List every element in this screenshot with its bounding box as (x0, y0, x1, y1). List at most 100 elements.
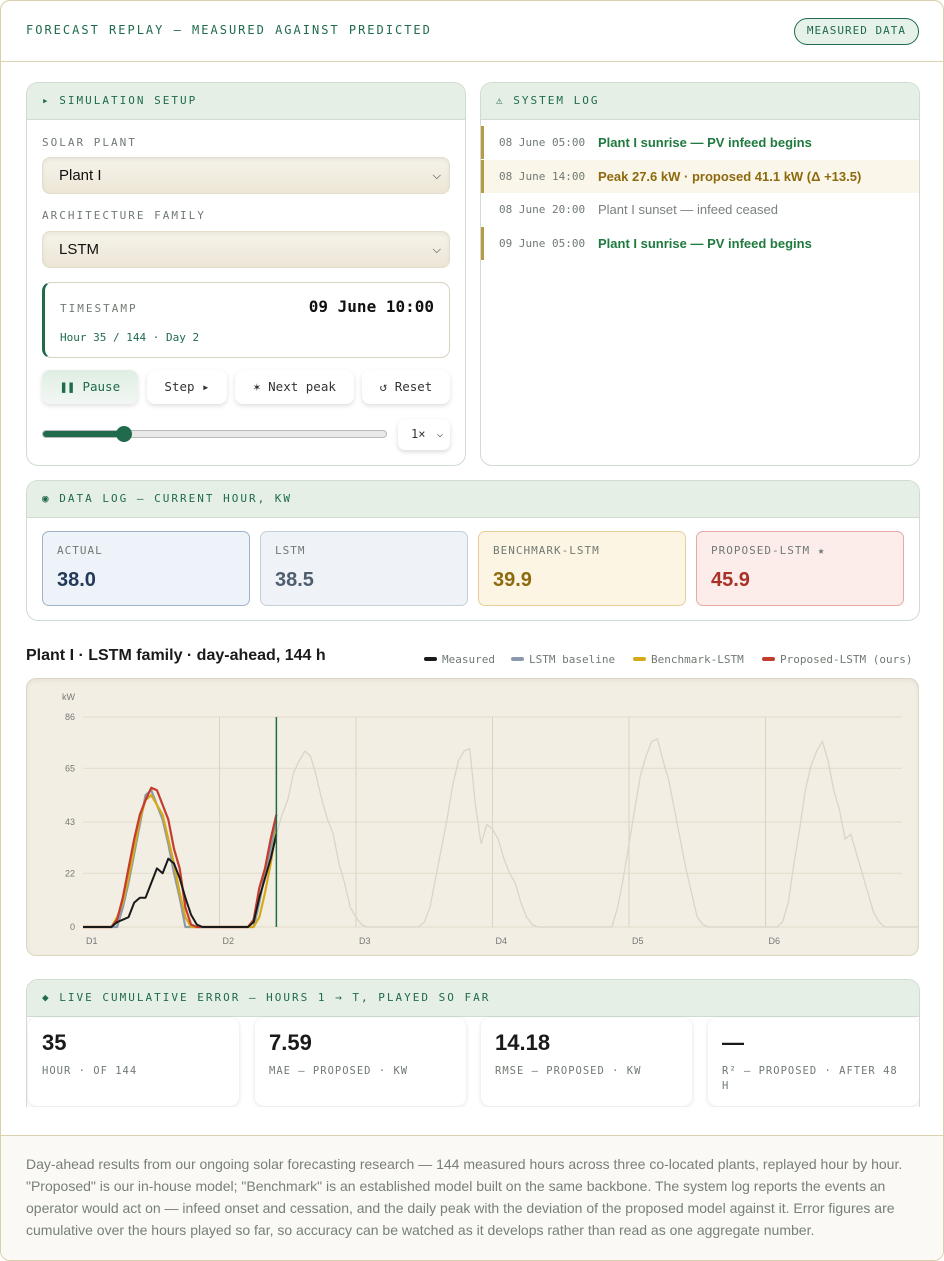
r2-stat-value: — (722, 1030, 744, 1055)
log-entry: 08 June 05:00 Plant I sunrise — PV infeed… (481, 126, 919, 159)
y-tick-label: 22 (65, 868, 75, 878)
timeline-slider[interactable] (42, 426, 387, 442)
legend-swatch (762, 657, 775, 661)
cumulative-error-heading: ◆ LIVE CUMULATIVE ERROR — HOURS 1 → T, P… (27, 980, 919, 1017)
reset-button[interactable]: ↺ Reset (362, 370, 450, 404)
x-tick-label: D3 (359, 936, 371, 946)
legend-swatch (633, 657, 646, 661)
lstm-card: LSTM 38.5 (260, 531, 468, 606)
log-entry-message: Plant I sunrise — PV infeed begins (598, 235, 812, 251)
r2-stat-label: R² — PROPOSED · AFTER 48 H (722, 1065, 898, 1092)
x-tick-label: D5 (632, 936, 644, 946)
y-tick-label: 0 (70, 922, 75, 932)
log-entry-time: 09 June 05:00 (499, 236, 586, 250)
actual-value: 38.0 (57, 569, 96, 591)
y-tick-label: 43 (65, 817, 75, 827)
solar-plant-value: Plant I (59, 167, 102, 184)
timestamp-box: TIMESTAMP 09 June 10:00 Hour 35 / 144 · … (42, 282, 450, 358)
simulation-setup-panel: ▸ SIMULATION SETUP SOLAR PLANT Plant I ⌵… (26, 82, 466, 466)
chevron-down-icon: ⌵ (432, 244, 441, 256)
measured-line (83, 833, 278, 928)
log-entry-message: Peak 27.6 kW · proposed 41.1 kW (Δ +13.5… (598, 168, 862, 184)
actual-label: ACTUAL (57, 544, 103, 557)
r2-stat: — R² — PROPOSED · AFTER 48 H (708, 1018, 919, 1106)
actual-card: ACTUAL 38.0 (42, 531, 250, 606)
y-tick-label: 86 (65, 712, 75, 722)
legend-label: Proposed-LSTM (ours) (780, 653, 913, 666)
x-tick-label: D6 (769, 936, 781, 946)
solar-plant-select[interactable]: Plant I ⌵ (42, 157, 450, 194)
data-log-heading: ◉ DATA LOG — CURRENT HOUR, KW (27, 481, 919, 518)
y-axis-label: kW (62, 692, 76, 702)
benchmark-lstm-card: BENCHMARK-LSTM 39.9 (478, 531, 686, 606)
legend-lstm-baseline: LSTM baseline (511, 653, 615, 666)
footer: Day-ahead results from our ongoing solar… (1, 1135, 943, 1260)
architecture-family-value: LSTM (59, 241, 100, 258)
system-log-panel: ⚠ SYSTEM LOG 08 June 05:00 Plant I sunris… (480, 82, 920, 466)
x-tick-label: D2 (223, 936, 235, 946)
forecast-chart: 0 22 43 65 86 kW D1 D2 D3 D4 D5 D6 (26, 678, 919, 956)
footer-description: Day-ahead results from our ongoing solar… (26, 1156, 903, 1238)
step-button[interactable]: Step ▸ (147, 370, 227, 404)
hour-stat-label: HOUR · OF 144 (42, 1065, 138, 1077)
top-bar: FORECAST REPLAY — MEASURED AGAINST PREDI… (1, 1, 943, 62)
timeline-slider-fill (43, 431, 124, 437)
log-entry-message: Plant I sunrise — PV infeed begins (598, 135, 812, 150)
proposed-lstm-card: PROPOSED-LSTM ★ 45.9 (696, 531, 904, 606)
log-entry: 08 June 14:00 Peak 27.6 kW · proposed 41.… (481, 159, 919, 193)
benchmark-lstm-value: 39.9 (493, 569, 532, 591)
measured-data-badge: MEASURED DATA (793, 18, 919, 45)
legend-swatch (511, 657, 524, 661)
lstm-baseline-line (83, 789, 278, 929)
legend-label: Benchmark-LSTM (651, 653, 744, 666)
simulation-setup-heading: ▸ SIMULATION SETUP (27, 83, 465, 120)
pause-button[interactable]: ❚❚ Pause (42, 370, 138, 404)
mae-stat-label: MAE — PROPOSED · KW (269, 1065, 409, 1077)
speed-select[interactable]: 1× ⌵ (398, 419, 450, 450)
mae-stat-value: 7.59 (269, 1030, 312, 1055)
hour-stat-value: 35 (42, 1030, 67, 1055)
proposed-lstm-line (83, 786, 278, 929)
timeline-slider-handle[interactable] (115, 426, 132, 442)
architecture-family-label: ARCHITECTURE FAMILY (42, 209, 206, 222)
speed-value: 1× (411, 427, 426, 441)
x-tick-label: D4 (496, 936, 508, 946)
timestamp-subtext: Hour 35 / 144 · Day 2 (60, 331, 200, 344)
cumulative-error-panel: ◆ LIVE CUMULATIVE ERROR — HOURS 1 → T, P… (26, 979, 920, 1107)
chevron-down-icon: ⌵ (436, 429, 443, 440)
timestamp-label: TIMESTAMP (60, 302, 138, 315)
lstm-label: LSTM (275, 544, 306, 557)
chevron-down-icon: ⌵ (432, 170, 441, 182)
proposed-lstm-label: PROPOSED-LSTM ★ (711, 544, 826, 557)
legend-benchmark-lstm: Benchmark-LSTM (633, 653, 744, 666)
legend-proposed-lstm: Proposed-LSTM (ours) (762, 653, 912, 666)
legend-label: LSTM baseline (529, 653, 616, 666)
benchmark-lstm-line (83, 794, 278, 929)
data-log-panel: ◉ DATA LOG — CURRENT HOUR, KW ACTUAL 38.… (26, 480, 920, 621)
solar-plant-label: SOLAR PLANT (42, 136, 137, 149)
benchmark-lstm-label: BENCHMARK-LSTM (493, 544, 600, 557)
log-entry-time: 08 June 05:00 (499, 136, 586, 149)
next-peak-button[interactable]: ✶ Next peak (235, 370, 354, 404)
rmse-stat-label: RMSE — PROPOSED · KW (495, 1065, 642, 1077)
mae-stat: 7.59 MAE — PROPOSED · KW (255, 1018, 466, 1106)
log-entry-time: 08 June 20:00 (499, 203, 586, 216)
proposed-lstm-value: 45.9 (711, 569, 750, 591)
legend-label: Measured (442, 653, 495, 666)
rmse-stat-value: 14.18 (495, 1030, 551, 1055)
hour-stat: 35 HOUR · OF 144 (28, 1018, 239, 1106)
app-frame: FORECAST REPLAY — MEASURED AGAINST PREDI… (0, 0, 944, 1261)
x-tick-label: D1 (86, 936, 98, 946)
legend-swatch (424, 657, 437, 661)
legend-measured: Measured (424, 653, 495, 666)
page-title: FORECAST REPLAY — MEASURED AGAINST PREDI… (26, 23, 432, 37)
lstm-value: 38.5 (275, 569, 314, 591)
log-entry-time: 08 June 14:00 (499, 169, 586, 183)
y-tick-label: 65 (65, 763, 75, 773)
rmse-stat: 14.18 RMSE — PROPOSED · KW (481, 1018, 692, 1106)
architecture-family-select[interactable]: LSTM ⌵ (42, 231, 450, 268)
log-entry: 09 June 05:00 Plant I sunrise — PV infeed… (481, 226, 919, 260)
log-entry-message: Plant I sunset — infeed ceased (598, 202, 778, 217)
chart-title: Plant I · LSTM family · day-ahead, 144 h (26, 647, 326, 664)
timestamp-value: 09 June 10:00 (308, 297, 434, 316)
